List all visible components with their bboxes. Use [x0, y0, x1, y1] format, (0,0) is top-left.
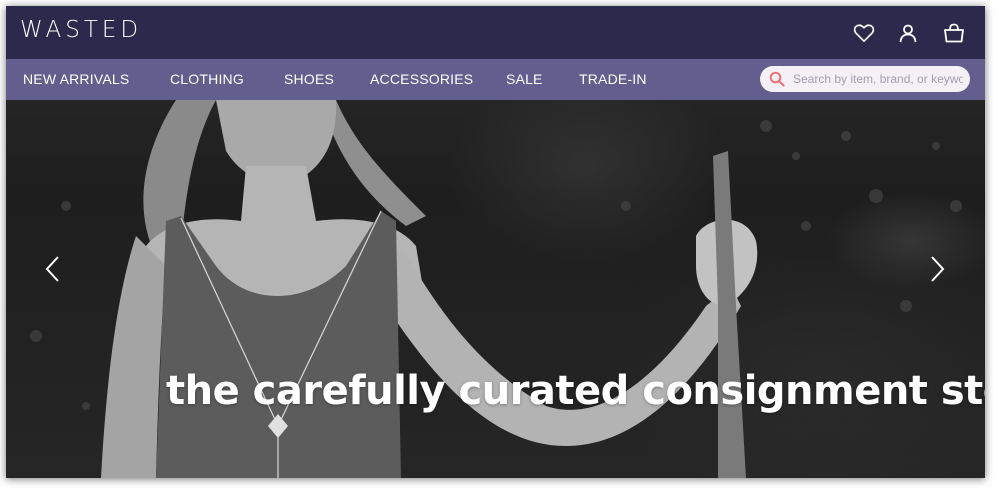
chevron-right-icon[interactable]	[926, 254, 948, 284]
top-header: WASTED	[6, 6, 985, 59]
nav-item-clothing[interactable]: CLOTHING	[170, 71, 244, 87]
hero-tagline: the carefully curated consignment store	[166, 368, 985, 414]
main-nav: NEW ARRIVALS CLOTHING SHOES ACCESSORIES …	[6, 59, 985, 100]
nav-item-sale[interactable]: SALE	[506, 71, 543, 87]
nav-item-accessories[interactable]: ACCESSORIES	[370, 71, 473, 87]
heart-icon[interactable]	[851, 20, 877, 46]
nav-item-shoes[interactable]: SHOES	[284, 71, 334, 87]
nav-item-trade-in[interactable]: TRADE-IN	[579, 71, 647, 87]
nav-item-new-arrivals[interactable]: NEW ARRIVALS	[23, 71, 129, 87]
user-icon[interactable]	[895, 20, 921, 46]
chevron-left-icon[interactable]	[42, 254, 64, 284]
brand-logo[interactable]: WASTED	[20, 17, 142, 43]
search-icon[interactable]	[769, 71, 785, 87]
page-frame: WASTED NEW ARRIVALS CLOTHING SHOES ACCES…	[6, 6, 985, 478]
search-box	[760, 66, 970, 92]
shopping-bag-icon[interactable]	[941, 20, 967, 46]
search-input[interactable]	[793, 69, 963, 89]
